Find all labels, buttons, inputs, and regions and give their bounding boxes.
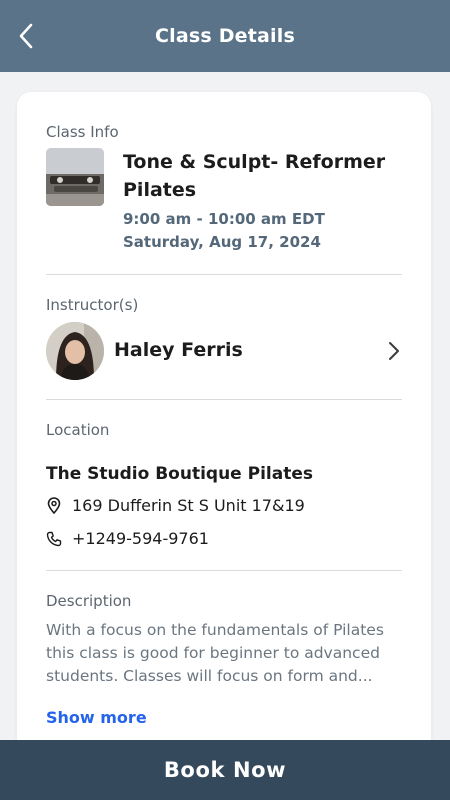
address-row[interactable]: 169 Dufferin St S Unit 17&19 (46, 496, 305, 515)
class-thumbnail (46, 148, 104, 206)
description-label: Description (46, 592, 132, 610)
phone-row[interactable]: +1249-594-9761 (46, 529, 209, 548)
back-button[interactable] (14, 22, 38, 50)
chevron-right-icon[interactable] (385, 340, 403, 362)
studio-name: The Studio Boutique Pilates (46, 464, 313, 484)
divider (46, 399, 402, 400)
page-title: Class Details (154, 25, 295, 47)
chevron-left-icon (19, 23, 33, 49)
class-title: Tone & Sculpt- Reformer Pilates (123, 151, 386, 201)
class-details-card: Class Info Tone & Sculpt- Reformer Pilat… (17, 92, 431, 792)
address-text: 169 Dufferin St S Unit 17&19 (72, 496, 305, 515)
avatar[interactable] (46, 322, 104, 380)
class-info-label: Class Info (46, 123, 119, 141)
divider (46, 274, 402, 275)
phone-text: +1249-594-9761 (72, 529, 209, 548)
divider (46, 570, 402, 571)
book-now-button[interactable]: Book Now (0, 740, 450, 800)
app-header: Class Details (0, 0, 450, 72)
description-text: With a focus on the fundamentals of Pila… (46, 621, 384, 685)
class-date: Saturday, Aug 17, 2024 (123, 233, 321, 251)
instructor-photo (46, 322, 104, 380)
class-time: 9:00 am - 10:00 am EDT (123, 210, 325, 228)
map-pin-icon (46, 497, 62, 514)
book-now-label: Book Now (163, 758, 287, 782)
instructor-name[interactable]: Haley Ferris (114, 339, 243, 361)
show-more-link[interactable]: Show more (46, 708, 147, 727)
pilates-reformer-image (46, 148, 104, 206)
phone-icon (46, 531, 62, 547)
instructor-label: Instructor(s) (46, 296, 139, 314)
location-label: Location (46, 421, 110, 439)
